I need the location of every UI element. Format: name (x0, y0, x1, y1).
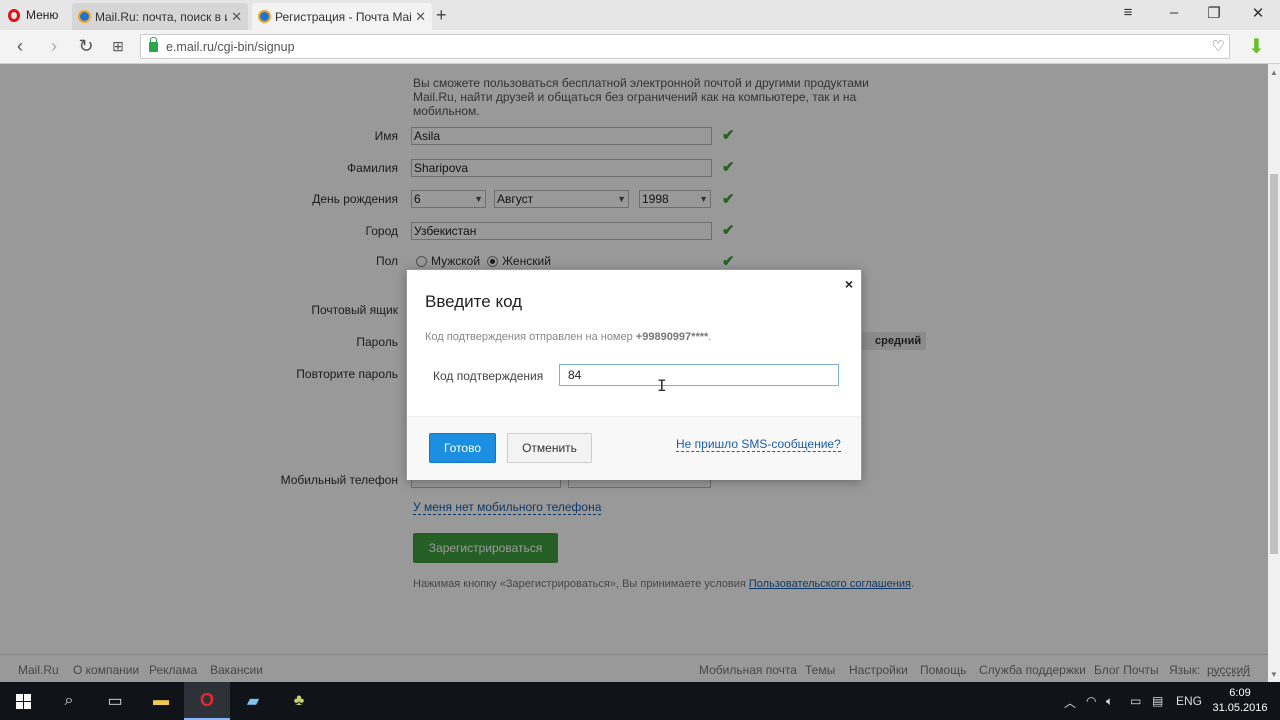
tab-menu-icon[interactable]: ≡ (1118, 4, 1138, 21)
code-label: Код подтверждения (433, 369, 544, 383)
file-explorer-icon[interactable]: ▬ (138, 682, 184, 720)
url-text: e.mail.ru/cgi-bin/signup (166, 39, 295, 54)
dialog-info: Код подтверждения отправлен на номер +99… (425, 331, 711, 343)
dialog-info-text: Код подтверждения отправлен на номер (425, 331, 633, 343)
address-bar: ‹ › ↻ ⊞ e.mail.ru/cgi-bin/signup ♡ ⬇ (0, 30, 1280, 64)
language-indicator[interactable]: ENG (1176, 694, 1202, 708)
close-window-icon[interactable]: ✕ (1248, 4, 1268, 22)
reload-icon[interactable]: ↻ (76, 36, 96, 57)
tab-signup[interactable]: Регистрация - Почта Mail.Ru ✕ (252, 3, 432, 30)
windows-logo-icon (15, 693, 31, 709)
tray-chevron-icon[interactable]: ︿ (1064, 694, 1076, 711)
dialog-title: Введите код (425, 292, 523, 311)
tab-title: Mail.Ru: почта, поиск в интернете (95, 9, 227, 24)
notification-icon[interactable]: ▤ (1152, 694, 1163, 708)
enter-code-dialog: × Введите код Код подтверждения отправле… (406, 269, 862, 480)
task-view-icon[interactable]: ▭ (92, 682, 138, 720)
close-icon[interactable]: × (845, 276, 853, 292)
scroll-up-icon[interactable]: ▲ (1270, 68, 1278, 77)
forward-icon[interactable]: › (44, 36, 64, 57)
menu-label: Меню (26, 8, 59, 22)
restore-icon[interactable]: ❐ (1204, 4, 1224, 22)
cancel-button[interactable]: Отменить (507, 433, 592, 463)
notepad-icon[interactable]: ▰ (230, 682, 276, 720)
done-button[interactable]: Готово (429, 433, 496, 463)
opera-logo-icon (8, 8, 20, 22)
tab-close-icon[interactable]: ✕ (415, 9, 426, 25)
code-input[interactable]: 84 (559, 364, 839, 386)
mailru-favicon-icon (78, 10, 91, 23)
windows-taskbar: ⌕ ▭ ▬ O ▰ ♣ ︿ ◠ 🔈︎ ▭ ▤ ENG 6:09 31.05.20… (0, 682, 1280, 720)
tab-title: Регистрация - Почта Mail.Ru (275, 9, 412, 24)
new-tab-icon[interactable]: + (436, 5, 447, 26)
volume-icon[interactable]: 🔈︎ (1106, 694, 1113, 709)
system-clock[interactable]: 6:09 31.05.2016 (1210, 686, 1270, 716)
network-icon[interactable]: ▭ (1130, 694, 1141, 708)
dialog-phone-number: +99890997**** (635, 331, 709, 343)
app-icon[interactable]: ♣ (276, 682, 322, 720)
speed-dial-icon[interactable]: ⊞ (108, 38, 128, 55)
text-cursor-icon: I (657, 376, 667, 395)
heart-icon[interactable]: ♡ (1212, 37, 1225, 55)
page-scrollbar[interactable]: ▲ ▼ (1268, 64, 1280, 682)
dialog-footer: Готово Отменить Не пришло SMS-сообщение? (407, 416, 861, 480)
wifi-icon[interactable]: ◠ (1086, 694, 1096, 708)
minimize-icon[interactable]: – (1164, 4, 1184, 21)
search-icon[interactable]: ⌕ (46, 682, 92, 720)
start-button[interactable] (0, 682, 46, 720)
opera-menu-button[interactable]: Меню (0, 0, 68, 30)
download-icon[interactable]: ⬇ (1248, 34, 1265, 59)
tab-close-icon[interactable]: ✕ (231, 9, 242, 25)
back-icon[interactable]: ‹ (10, 36, 30, 57)
tab-mailru-home[interactable]: Mail.Ru: почта, поиск в интернете ✕ (72, 3, 248, 30)
opera-taskbar-icon[interactable]: O (184, 682, 230, 720)
no-sms-link[interactable]: Не пришло SMS-сообщение? (676, 437, 841, 452)
clock-date: 31.05.2016 (1212, 702, 1268, 714)
url-field[interactable]: e.mail.ru/cgi-bin/signup ♡ (140, 34, 1230, 59)
scroll-down-icon[interactable]: ▼ (1270, 670, 1278, 679)
dialog-info-end: . (708, 331, 712, 343)
lock-icon (149, 36, 158, 52)
mailru-favicon-icon (258, 10, 271, 23)
browser-tab-bar: Меню Mail.Ru: почта, поиск в интернете ✕… (0, 0, 1280, 30)
clock-time: 6:09 (1229, 687, 1251, 699)
scroll-thumb[interactable] (1270, 174, 1278, 554)
